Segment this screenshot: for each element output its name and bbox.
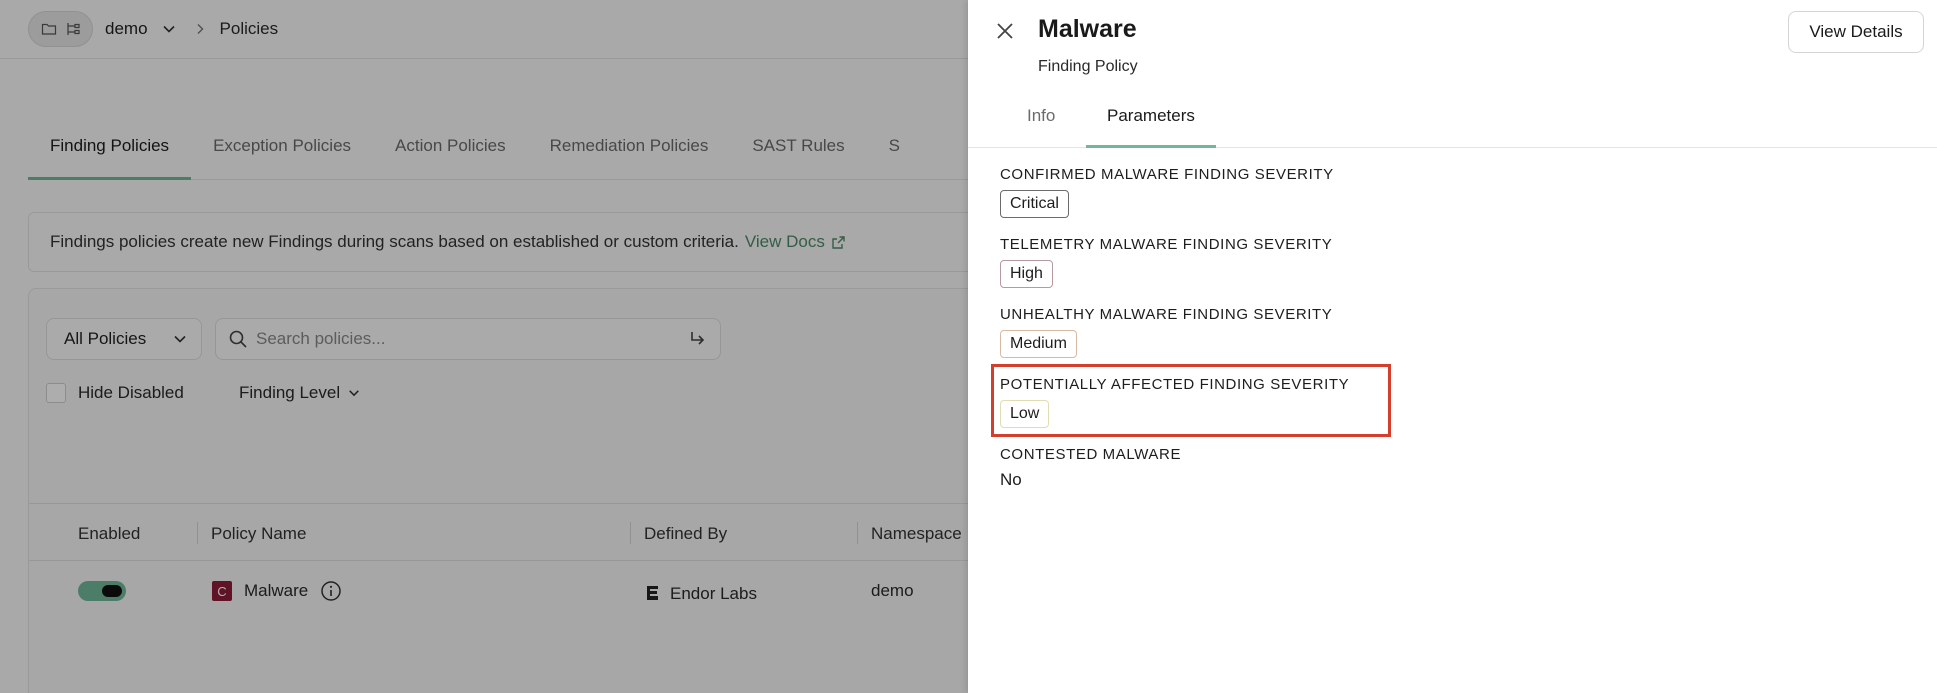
- tab-info[interactable]: Info: [1027, 106, 1055, 148]
- severity-chip-high: High: [1000, 260, 1053, 288]
- view-details-button[interactable]: View Details: [1788, 11, 1924, 53]
- param-label: TELEMETRY MALWARE FINDING SEVERITY: [1000, 236, 1333, 253]
- param-label: CONTESTED MALWARE: [1000, 446, 1182, 463]
- param-label: CONFIRMED MALWARE FINDING SEVERITY: [1000, 166, 1334, 183]
- policy-detail-drawer: Malware Finding Policy View Details Info…: [968, 0, 1937, 693]
- param-contested-malware: CONTESTED MALWARE No: [1000, 446, 1181, 490]
- severity-chip-critical: Critical: [1000, 190, 1069, 218]
- drawer-subtitle: Finding Policy: [1038, 58, 1138, 75]
- modal-backdrop[interactable]: [0, 0, 968, 693]
- close-icon[interactable]: [995, 21, 1015, 41]
- param-value: No: [1000, 470, 1022, 489]
- severity-chip-medium: Medium: [1000, 330, 1077, 358]
- drawer-title: Malware: [1038, 15, 1137, 43]
- param-confirmed-malware: CONFIRMED MALWARE FINDING SEVERITY Criti…: [1000, 166, 1334, 218]
- highlight-box: [991, 364, 1391, 437]
- param-unhealthy-malware: UNHEALTHY MALWARE FINDING SEVERITY Mediu…: [1000, 306, 1332, 358]
- tab-parameters[interactable]: Parameters: [1086, 106, 1216, 148]
- param-label: UNHEALTHY MALWARE FINDING SEVERITY: [1000, 306, 1333, 323]
- drawer-tabs: Info Parameters: [968, 98, 1937, 148]
- param-telemetry-malware: TELEMETRY MALWARE FINDING SEVERITY High: [1000, 236, 1332, 288]
